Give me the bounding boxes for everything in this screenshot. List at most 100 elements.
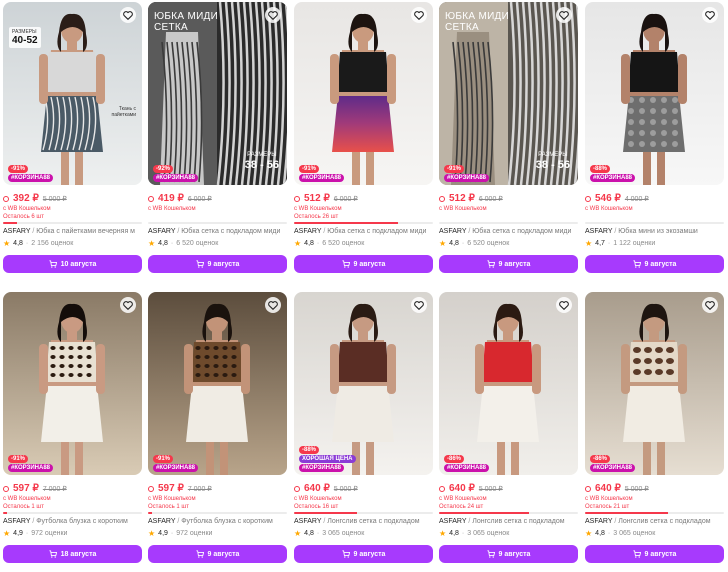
product-title[interactable]: ASFARY / Лонгслив сетка с подкладом [294,517,433,526]
heart-icon[interactable] [411,297,427,313]
product-image[interactable]: ЮБКА МИДИ СЕТКА РАЗМЕРЫ 38 - 56 -91% #КОРЗИНА… [439,2,578,185]
product-card[interactable]: ЮБКА МИДИ СЕТКА РАЗМЕРЫ 38 - 56 -92% #КОРЗИНА… [148,2,287,274]
product-title[interactable]: ASFARY / Юбка сетка с подкладом миди [439,227,578,236]
heart-icon[interactable] [556,7,572,23]
add-to-cart-button[interactable]: 9 августа [585,545,724,563]
title-separator: / [468,518,471,525]
product-title[interactable]: ASFARY / Лонгслив сетка с подкладом [439,517,578,526]
stock-bar [294,222,433,224]
add-to-cart-button[interactable]: 9 августа [148,255,287,273]
product-card[interactable]: -86% #КОРЗИНА88 640 ₽5 000 ₽ с WB Кошельком… [585,292,724,564]
rating-value: 4,8 [449,530,459,537]
review-count: 3 065 оценок [613,530,656,537]
product-title[interactable]: ASFARY / Юбка мини из экозамши [585,227,724,236]
product-name: Юбка сетка с подкладом миди [181,228,281,235]
product-image[interactable]: -91% #КОРЗИНА88 [148,292,287,475]
product-title[interactable]: ASFARY / Футболка блузка с коротким [3,517,142,526]
wallet-circle-icon [439,485,445,492]
rating-separator: · [607,240,611,247]
heart-icon[interactable] [120,7,136,23]
rating-value: 4,9 [158,530,168,537]
heart-icon[interactable] [265,7,281,23]
old-price: 7 000 ₽ [42,486,67,493]
price: 640 ₽ [449,483,475,494]
heart-icon[interactable] [265,297,281,313]
product-title[interactable]: ASFARY / Юбка с пайетками вечерняя м [3,227,142,236]
add-to-cart-button[interactable]: 9 августа [439,255,578,273]
cart-icon [49,550,57,558]
product-image[interactable]: -91% #КОРЗИНА88 [3,292,142,475]
stock-bar [148,222,287,224]
badge: -91% [153,455,174,463]
add-to-cart-button[interactable]: 10 августа [3,255,142,273]
heart-icon[interactable] [120,297,136,313]
product-image[interactable]: -88% ХОРОШАЯ ЦЕНА #КОРЗИНА88 [294,292,433,475]
badges: -91% #КОРЗИНА88 [153,455,198,472]
product-title[interactable]: ASFARY / Футболка блузка с коротким [148,517,287,526]
heart-icon[interactable] [411,7,427,23]
badge: #КОРЗИНА88 [8,174,53,182]
wallet-note: с WB Кошельком [148,496,196,502]
wallet-note: с WB Кошельком [294,496,342,502]
product-card[interactable]: -86% #КОРЗИНА88 640 ₽5 000 ₽ с WB Кошельком… [439,292,578,564]
star-icon: ★ [585,529,593,538]
rating-row: ★ 4,8 · 2 156 оценок [3,239,73,248]
add-to-cart-button[interactable]: 18 августа [3,545,142,563]
product-title[interactable]: ASFARY / Юбка сетка с подкладом миди [148,227,287,236]
heart-icon[interactable] [702,7,718,23]
wallet-circle-icon [585,195,591,202]
product-card[interactable]: ЮБКА МИДИ СЕТКА РАЗМЕРЫ 38 - 56 -91% #КОРЗИНА… [439,2,578,274]
badges: -91% #КОРЗИНА88 [8,455,53,472]
add-to-cart-button[interactable]: 9 августа [148,545,287,563]
old-price: 5 000 ₽ [624,486,649,493]
add-to-cart-button[interactable]: 9 августа [439,545,578,563]
brand-name: ASFARY [148,518,176,525]
title-separator: / [323,518,326,525]
stock-bar-fill [294,512,357,514]
product-card[interactable]: РАЗМЕРЫ 40-52 Ткань с пайетками -91% #КОРЗИН… [3,2,142,274]
product-card[interactable]: -91% #КОРЗИНА88 597 ₽7 000 ₽ с WB Кошельком… [148,292,287,564]
old-price: 4 000 ₽ [624,196,649,203]
product-image[interactable]: ЮБКА МИДИ СЕТКА РАЗМЕРЫ 38 - 56 -92% #КОРЗИНА… [148,2,287,185]
delivery-date: 9 августа [644,550,677,558]
badge: -91% [8,455,29,463]
delivery-date: 18 августа [60,550,97,558]
product-title[interactable]: ASFARY / Лонгслив сетка с подкладом [585,517,724,526]
add-to-cart-button[interactable]: 9 августа [294,255,433,273]
product-image[interactable]: -86% #КОРЗИНА88 [439,292,578,475]
star-icon: ★ [148,239,156,248]
rating-row: ★ 4,8 · 6 520 оценок [148,239,218,248]
size-range-title: РАЗМЕРЫ [247,152,277,158]
cart-icon [341,260,350,268]
product-title[interactable]: ASFARY / Юбка сетка с подкладом миди [294,227,433,236]
cart-icon [341,550,350,558]
delivery-date: 9 августа [353,260,386,268]
stock-bar [585,512,724,514]
wallet-note: с WB Кошельком [439,206,487,212]
product-image[interactable]: РАЗМЕРЫ 40-52 Ткань с пайетками -91% #КОРЗИН… [3,2,142,185]
wallet-circle-icon [294,195,300,202]
heart-icon[interactable] [702,297,718,313]
heart-icon[interactable] [556,297,572,313]
review-count: 6 520 оценок [176,240,219,247]
stock-left: Осталось 1 шт [148,504,189,510]
product-card[interactable]: -91% #КОРЗИНА88 597 ₽7 000 ₽ с WB Кошельком… [3,292,142,564]
product-image[interactable]: -91% #КОРЗИНА88 [294,2,433,185]
badge: #КОРЗИНА88 [590,174,635,182]
badges: -86% #КОРЗИНА88 [590,455,635,472]
rating-separator: · [170,530,174,537]
add-to-cart-button[interactable]: 9 августа [294,545,433,563]
product-card[interactable]: -91% #КОРЗИНА88 512 ₽6 000 ₽ с WB Кошельком… [294,2,433,274]
product-image[interactable]: -88% #КОРЗИНА88 [585,2,724,185]
product-image[interactable]: -86% #КОРЗИНА88 [585,292,724,475]
product-card[interactable]: -88% #КОРЗИНА88 546 ₽4 000 ₽ с WB Кошельком… [585,2,724,274]
badge: #КОРЗИНА88 [444,464,489,472]
rating-value: 4,8 [595,530,605,537]
old-price: 7 000 ₽ [187,486,212,493]
title-separator: / [323,228,326,235]
rating-value: 4,8 [304,240,314,247]
product-card[interactable]: -88% ХОРОШАЯ ЦЕНА #КОРЗИНА88 640 ₽5 000 ₽ с … [294,292,433,564]
add-to-cart-button[interactable]: 9 августа [585,255,724,273]
product-name: Лонгслив сетка с подкладом [472,518,565,525]
badges: -88% ХОРОШАЯ ЦЕНА #КОРЗИНА88 [299,446,356,472]
